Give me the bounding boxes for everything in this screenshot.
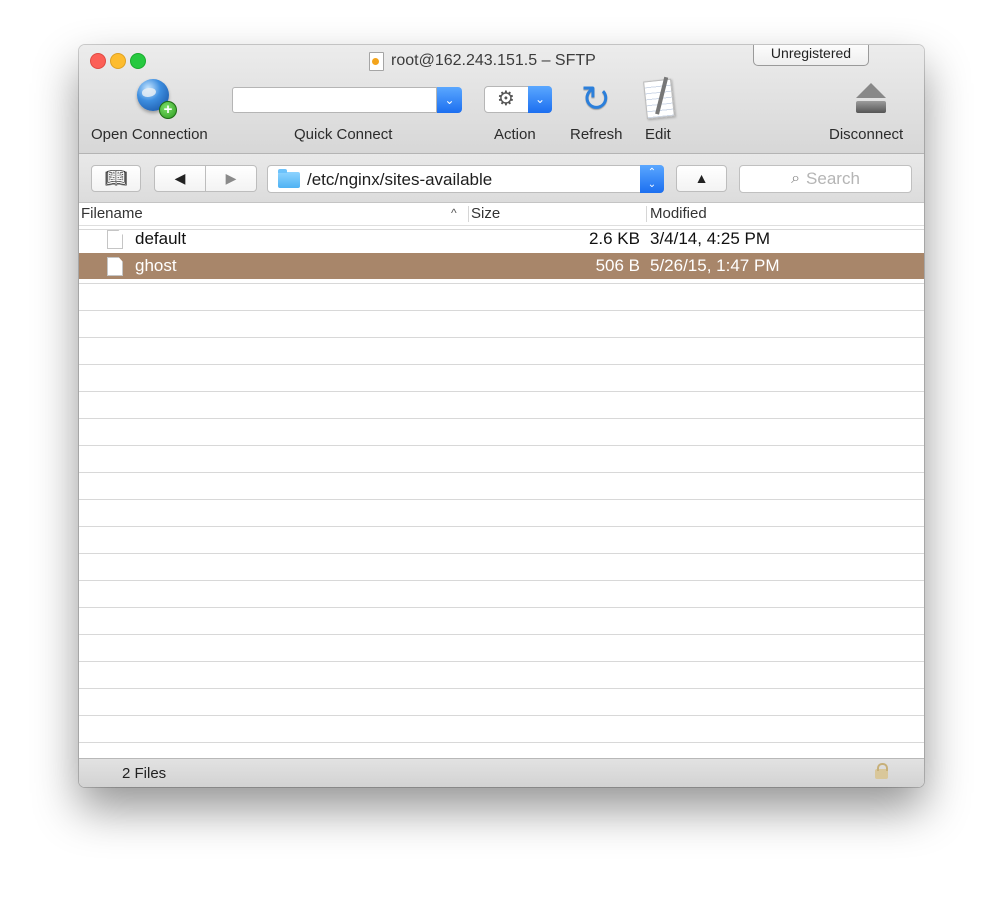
minimize-button[interactable] bbox=[110, 53, 126, 69]
path-popup-arrows[interactable]: ⌃ ⌄ bbox=[640, 165, 664, 193]
window-title-text: root@162.243.151.5 – SFTP bbox=[391, 52, 596, 69]
add-icon: + bbox=[159, 101, 177, 119]
column-header: Filename ^ Size Modified bbox=[79, 203, 924, 226]
search-placeholder: Search bbox=[806, 169, 860, 188]
path-text: /etc/nginx/sites-available bbox=[307, 170, 493, 189]
document-icon bbox=[369, 51, 384, 71]
action-dropdown-arrow[interactable]: ⌄ bbox=[528, 86, 552, 113]
gear-icon: ⚙ bbox=[497, 88, 515, 110]
edit-label[interactable]: Edit bbox=[645, 126, 671, 143]
column-filename[interactable]: Filename bbox=[81, 205, 143, 222]
file-modified: 5/26/15, 1:47 PM bbox=[650, 256, 780, 275]
search-icon: ⌕ bbox=[791, 170, 801, 187]
parent-directory-button[interactable]: ▲ bbox=[676, 165, 727, 192]
chevron-down-icon: ⌄ bbox=[534, 92, 546, 106]
title-toolbar: root@162.243.151.5 – SFTP Unregistered +… bbox=[79, 45, 924, 154]
sftp-window: root@162.243.151.5 – SFTP Unregistered +… bbox=[79, 45, 924, 787]
zoom-button[interactable] bbox=[130, 53, 146, 69]
quick-connect-input[interactable] bbox=[232, 87, 437, 113]
edit-icon[interactable] bbox=[643, 78, 675, 120]
eject-icon[interactable] bbox=[854, 83, 888, 117]
navigation-bar: 📖︎ ◀ ▶ /etc/nginx/sites-available ⌃ ⌄ ▲ ⌕… bbox=[79, 154, 924, 203]
file-size: 506 B bbox=[595, 256, 640, 275]
refresh-icon[interactable]: ↻ bbox=[576, 79, 616, 119]
disconnect-label[interactable]: Disconnect bbox=[829, 126, 903, 143]
search-field[interactable]: ⌕ Search bbox=[739, 165, 912, 193]
file-icon bbox=[107, 230, 123, 249]
file-name: ghost bbox=[135, 256, 177, 275]
folder-icon bbox=[278, 169, 300, 188]
quick-connect-label: Quick Connect bbox=[294, 126, 393, 143]
window-title: root@162.243.151.5 – SFTP bbox=[369, 50, 596, 72]
file-icon bbox=[107, 257, 123, 276]
open-connection-label[interactable]: Open Connection bbox=[91, 126, 208, 143]
file-list[interactable]: Filename ^ Size Modified default 2.6 KB … bbox=[79, 203, 924, 758]
status-text: 2 Files bbox=[122, 765, 167, 782]
action-label: Action bbox=[494, 126, 536, 143]
lock-icon bbox=[875, 763, 888, 779]
book-icon: 📖︎ bbox=[104, 168, 128, 188]
chevron-down-icon: ⌄ bbox=[444, 93, 455, 107]
file-row-ghost[interactable]: ghost 506 B 5/26/15, 1:47 PM bbox=[79, 253, 924, 279]
file-row-default[interactable]: default 2.6 KB 3/4/14, 4:25 PM bbox=[79, 226, 924, 252]
unregistered-button[interactable]: Unregistered bbox=[753, 45, 869, 66]
back-button[interactable]: ◀ bbox=[154, 165, 206, 192]
status-bar: 2 Files bbox=[79, 758, 924, 787]
column-divider[interactable] bbox=[468, 206, 469, 222]
quick-connect-dropdown-button[interactable]: ⌄ bbox=[437, 87, 462, 113]
path-selector[interactable]: /etc/nginx/sites-available ⌃ ⌄ bbox=[267, 165, 664, 193]
forward-button[interactable]: ▶ bbox=[205, 165, 257, 192]
file-name: default bbox=[135, 229, 187, 248]
column-size[interactable]: Size bbox=[471, 205, 500, 222]
column-modified[interactable]: Modified bbox=[650, 205, 707, 222]
file-modified: 3/4/14, 4:25 PM bbox=[650, 229, 771, 248]
column-divider[interactable] bbox=[646, 206, 647, 222]
refresh-label[interactable]: Refresh bbox=[570, 126, 623, 143]
up-down-chevron-icon: ⌃ ⌄ bbox=[647, 167, 657, 190]
action-button[interactable]: ⚙ ⌄ bbox=[484, 86, 552, 113]
file-size: 2.6 KB bbox=[588, 229, 640, 248]
close-button[interactable] bbox=[90, 53, 106, 69]
bookmarks-button[interactable]: 📖︎ bbox=[91, 165, 141, 192]
sort-ascending-icon: ^ bbox=[451, 206, 457, 220]
